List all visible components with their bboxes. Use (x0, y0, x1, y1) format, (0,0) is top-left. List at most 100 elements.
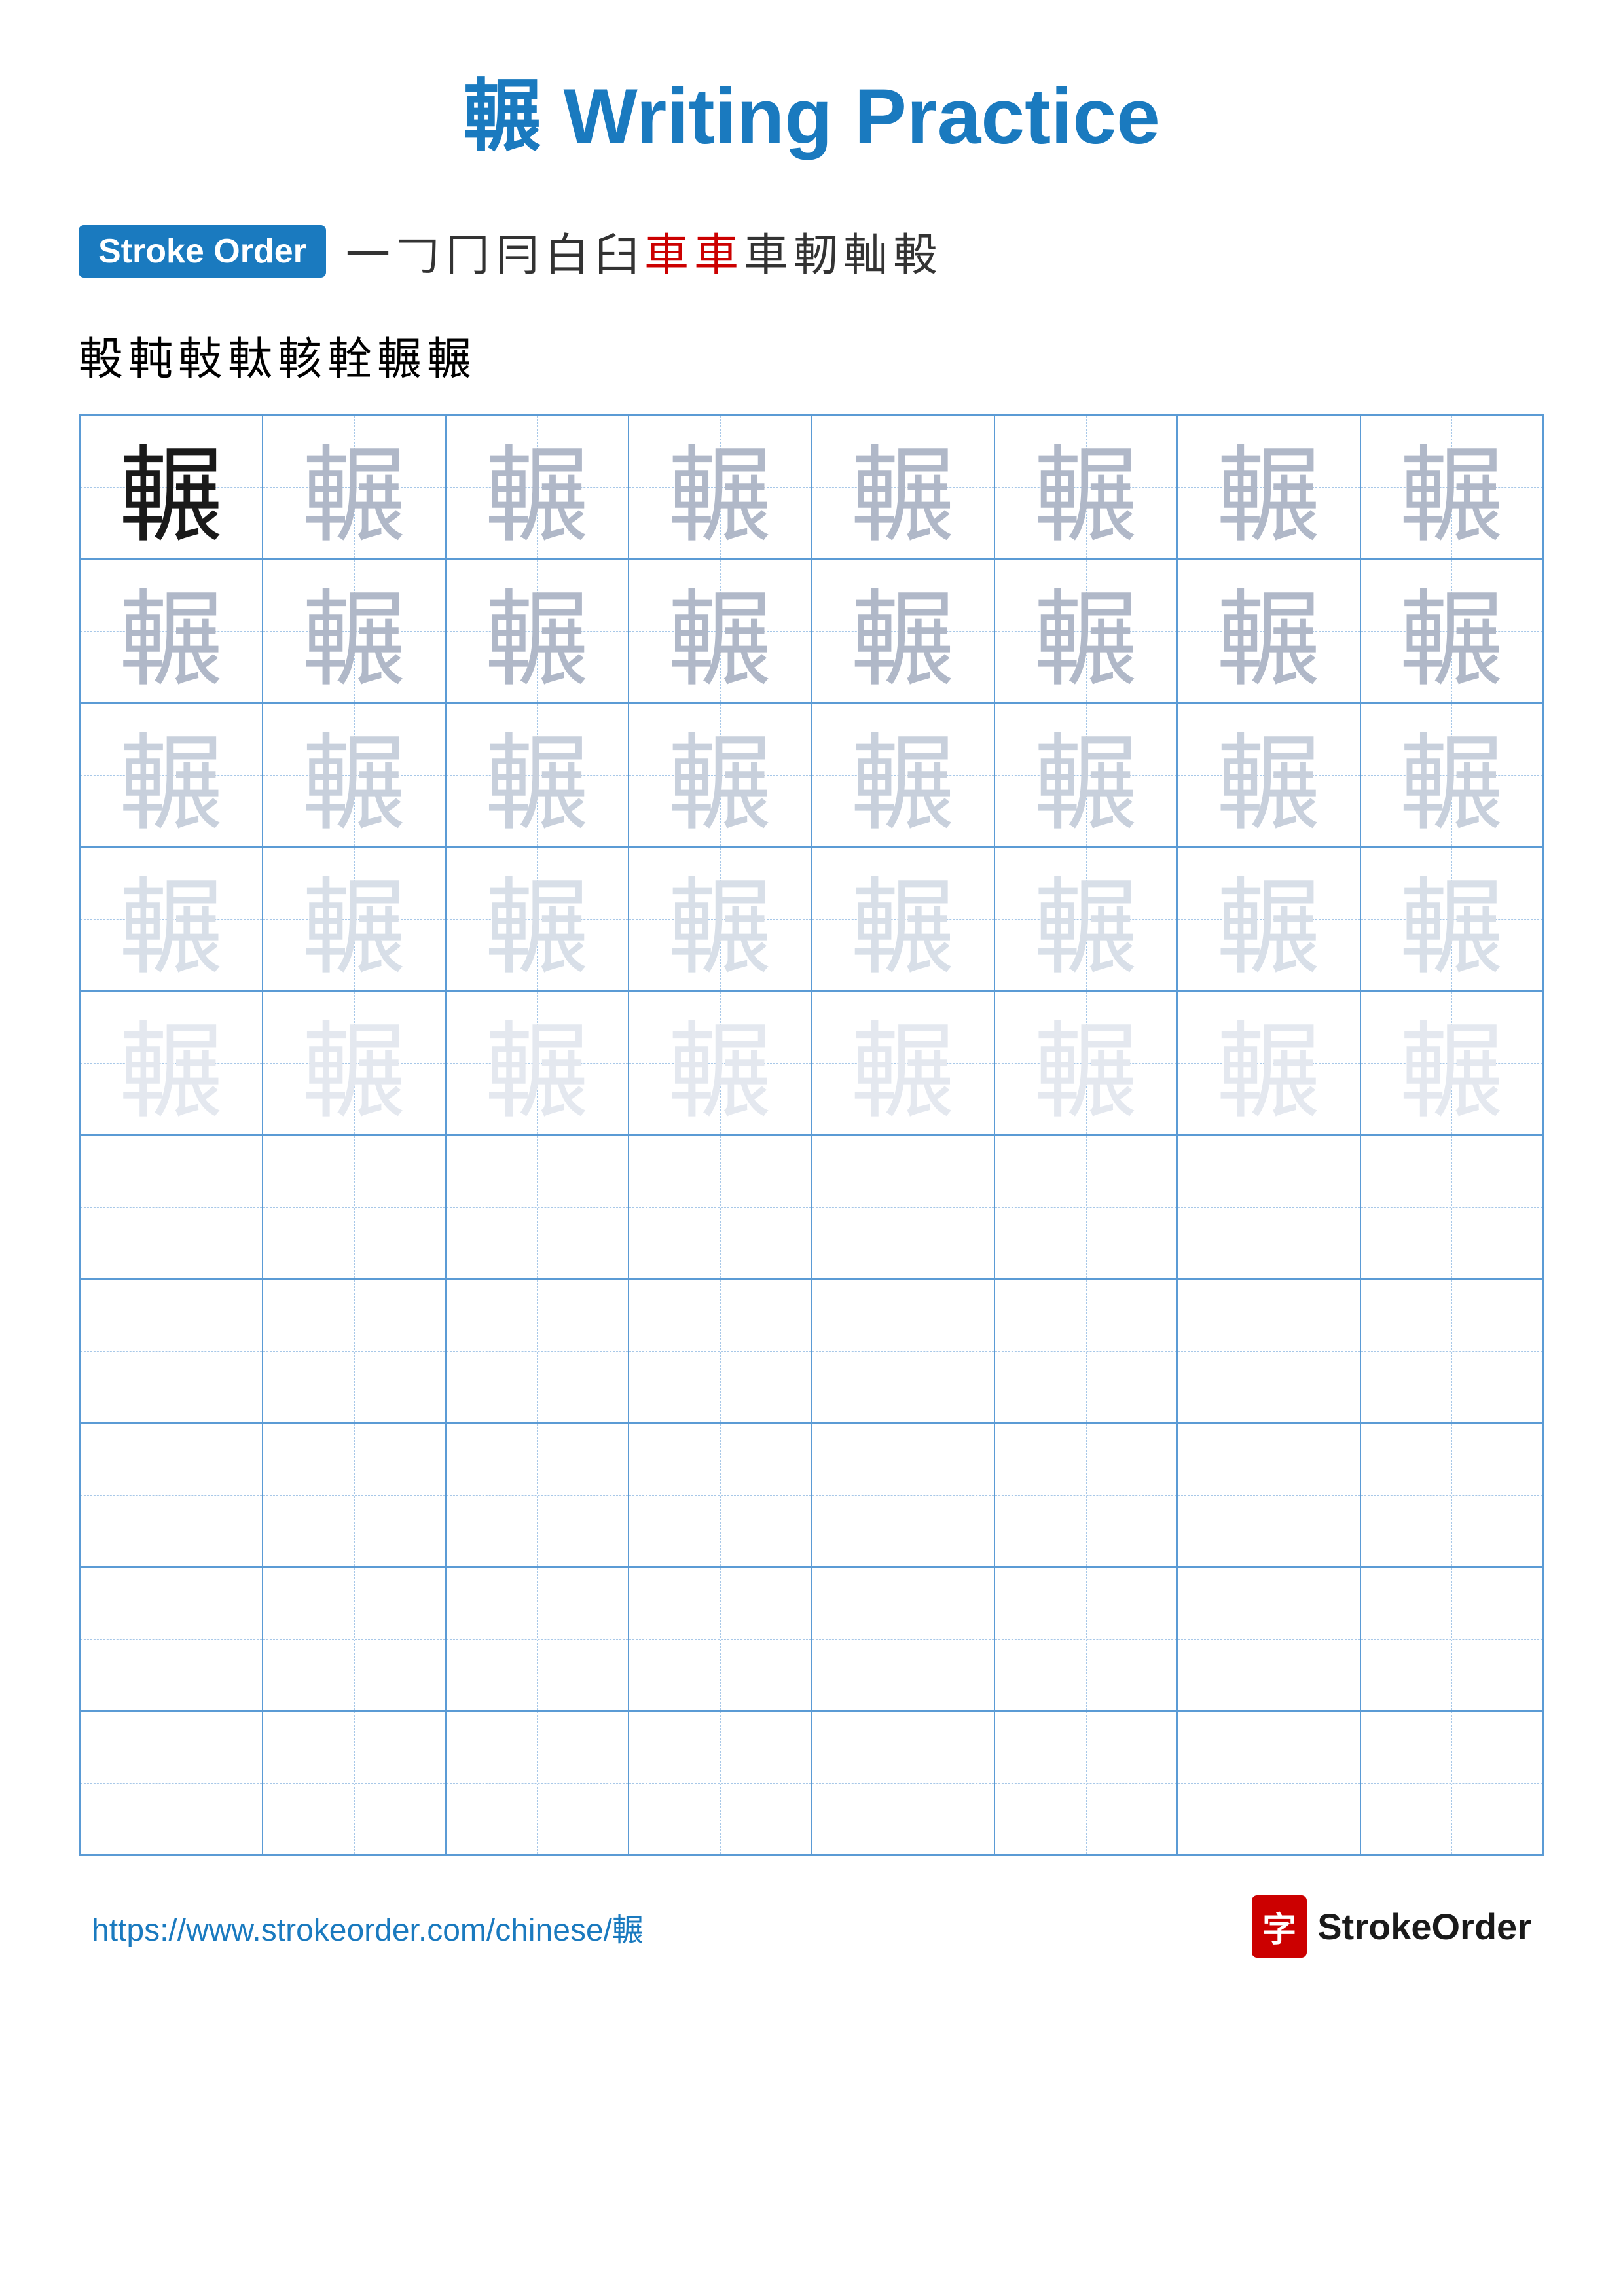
grid-cell-7-6[interactable] (994, 1279, 1177, 1423)
grid-cell-7-5[interactable] (812, 1279, 994, 1423)
grid-cell-5-8[interactable]: 輾 (1360, 991, 1543, 1135)
stroke-19: 輾 (377, 323, 422, 387)
grid-cell-4-7[interactable]: 輾 (1177, 847, 1360, 991)
grid-cell-5-6[interactable]: 輾 (994, 991, 1177, 1135)
grid-cell-10-8[interactable] (1360, 1711, 1543, 1855)
grid-cell-7-8[interactable] (1360, 1279, 1543, 1423)
grid-cell-4-1[interactable]: 輾 (80, 847, 263, 991)
grid-cell-6-7[interactable] (1177, 1135, 1360, 1279)
grid-cell-7-3[interactable] (446, 1279, 629, 1423)
practice-char: 輾 (850, 991, 955, 1135)
grid-cell-4-3[interactable]: 輾 (446, 847, 629, 991)
page-title: 輾 Writing Practice (79, 52, 1544, 166)
grid-cell-1-1[interactable]: 輾 (80, 415, 263, 559)
grid-cell-2-5[interactable]: 輾 (812, 559, 994, 703)
grid-cell-6-2[interactable] (263, 1135, 445, 1279)
grid-cell-1-8[interactable]: 輾 (1360, 415, 1543, 559)
grid-cell-5-4[interactable]: 輾 (629, 991, 811, 1135)
grid-cell-5-3[interactable]: 輾 (446, 991, 629, 1135)
grid-cell-9-8[interactable] (1360, 1567, 1543, 1711)
grid-cell-5-5[interactable]: 輾 (812, 991, 994, 1135)
grid-cell-1-2[interactable]: 輾 (263, 415, 445, 559)
grid-cell-6-6[interactable] (994, 1135, 1177, 1279)
grid-cell-3-7[interactable]: 輾 (1177, 703, 1360, 847)
grid-cell-2-8[interactable]: 輾 (1360, 559, 1543, 703)
grid-cell-8-1[interactable] (80, 1423, 263, 1567)
grid-cell-6-3[interactable] (446, 1135, 629, 1279)
practice-char: 輾 (484, 991, 589, 1135)
grid-cell-10-1[interactable] (80, 1711, 263, 1855)
grid-cell-5-2[interactable]: 輾 (263, 991, 445, 1135)
grid-cell-8-2[interactable] (263, 1423, 445, 1567)
grid-cell-1-5[interactable]: 輾 (812, 415, 994, 559)
grid-cell-10-2[interactable] (263, 1711, 445, 1855)
grid-cell-6-4[interactable] (629, 1135, 811, 1279)
grid-cell-1-6[interactable]: 輾 (994, 415, 1177, 559)
grid-cell-8-5[interactable] (812, 1423, 994, 1567)
grid-cell-9-4[interactable] (629, 1567, 811, 1711)
footer-logo-icon: 字 (1252, 1895, 1307, 1958)
grid-cell-5-1[interactable]: 輾 (80, 991, 263, 1135)
grid-cell-9-3[interactable] (446, 1567, 629, 1711)
grid-cell-2-6[interactable]: 輾 (994, 559, 1177, 703)
grid-cell-2-4[interactable]: 輾 (629, 559, 811, 703)
stroke-10: 軔 (793, 219, 838, 283)
grid-cell-2-7[interactable]: 輾 (1177, 559, 1360, 703)
grid-cell-4-5[interactable]: 輾 (812, 847, 994, 991)
footer: https://www.strokeorder.com/chinese/輾 字 … (79, 1895, 1544, 1958)
grid-cell-4-8[interactable]: 輾 (1360, 847, 1543, 991)
grid-cell-3-3[interactable]: 輾 (446, 703, 629, 847)
grid-cell-10-3[interactable] (446, 1711, 629, 1855)
grid-cell-4-4[interactable]: 輾 (629, 847, 811, 991)
practice-char: 輾 (119, 991, 224, 1135)
stroke-chars-row2: 軗 軘 軙 軚 輆 輇 輾 輾 (79, 323, 1544, 387)
grid-cell-3-2[interactable]: 輾 (263, 703, 445, 847)
grid-cell-8-6[interactable] (994, 1423, 1177, 1567)
practice-char: 輾 (302, 559, 407, 703)
grid-cell-9-6[interactable] (994, 1567, 1177, 1711)
grid-cell-1-4[interactable]: 輾 (629, 415, 811, 559)
grid-cell-10-7[interactable] (1177, 1711, 1360, 1855)
grid-cell-8-7[interactable] (1177, 1423, 1360, 1567)
grid-cell-3-6[interactable]: 輾 (994, 703, 1177, 847)
grid-cell-9-5[interactable] (812, 1567, 994, 1711)
grid-cell-10-5[interactable] (812, 1711, 994, 1855)
grid-cell-7-2[interactable] (263, 1279, 445, 1423)
stroke-1: 一 (346, 219, 390, 283)
grid-cell-3-1[interactable]: 輾 (80, 703, 263, 847)
practice-char: 輾 (1399, 703, 1504, 847)
grid-cell-10-6[interactable] (994, 1711, 1177, 1855)
grid-cell-3-8[interactable]: 輾 (1360, 703, 1543, 847)
grid-cell-6-5[interactable] (812, 1135, 994, 1279)
grid-cell-7-4[interactable] (629, 1279, 811, 1423)
grid-cell-6-1[interactable] (80, 1135, 263, 1279)
grid-cell-10-4[interactable] (629, 1711, 811, 1855)
stroke-6: 臼 (594, 219, 639, 283)
grid-cell-3-5[interactable]: 輾 (812, 703, 994, 847)
grid-cell-9-7[interactable] (1177, 1567, 1360, 1711)
grid-cell-3-4[interactable]: 輾 (629, 703, 811, 847)
grid-cell-9-1[interactable] (80, 1567, 263, 1711)
practice-char: 輾 (850, 559, 955, 703)
grid-cell-2-1[interactable]: 輾 (80, 559, 263, 703)
grid-cell-4-6[interactable]: 輾 (994, 847, 1177, 991)
grid-cell-6-8[interactable] (1360, 1135, 1543, 1279)
grid-cell-7-1[interactable] (80, 1279, 263, 1423)
grid-cell-1-7[interactable]: 輾 (1177, 415, 1360, 559)
practice-char: 輾 (119, 415, 224, 559)
footer-url: https://www.strokeorder.com/chinese/輾 (92, 1904, 644, 1950)
practice-char: 輾 (119, 703, 224, 847)
practice-char: 輾 (668, 559, 773, 703)
grid-cell-7-7[interactable] (1177, 1279, 1360, 1423)
footer-logo-text: StrokeOrder (1317, 1905, 1531, 1948)
grid-cell-4-2[interactable]: 輾 (263, 847, 445, 991)
grid-cell-5-7[interactable]: 輾 (1177, 991, 1360, 1135)
grid-cell-8-3[interactable] (446, 1423, 629, 1567)
grid-cell-8-8[interactable] (1360, 1423, 1543, 1567)
grid-cell-1-3[interactable]: 輾 (446, 415, 629, 559)
grid-cell-2-3[interactable]: 輾 (446, 559, 629, 703)
practice-char: 輾 (1399, 415, 1504, 559)
grid-cell-8-4[interactable] (629, 1423, 811, 1567)
grid-cell-9-2[interactable] (263, 1567, 445, 1711)
grid-cell-2-2[interactable]: 輾 (263, 559, 445, 703)
